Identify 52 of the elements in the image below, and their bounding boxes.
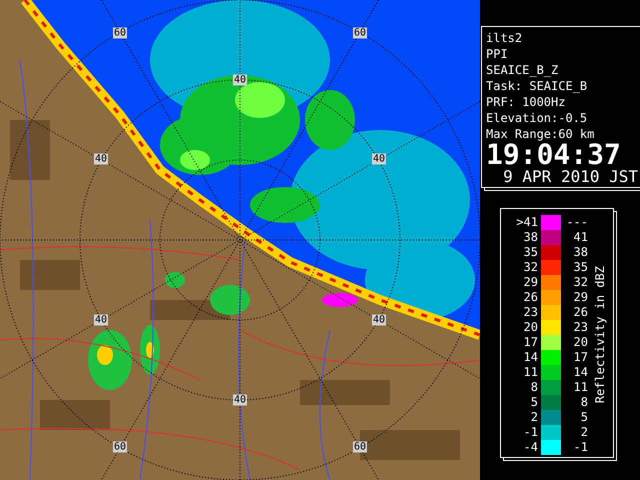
date-text: 9 APR 2010 JST <box>502 168 638 186</box>
info-line: Task: SEAICE_B <box>486 78 588 94</box>
range-label: 40 <box>232 394 248 406</box>
range-label: 40 <box>372 314 386 326</box>
legend-value: 35 <box>522 245 538 260</box>
legend-value: 11 <box>572 380 588 395</box>
range-label: 40 <box>232 74 248 86</box>
legend-value: -1 <box>522 425 538 440</box>
range-label: 60 <box>352 28 368 38</box>
legend-value: >41 <box>515 215 538 230</box>
legend-value: 20 <box>572 335 588 350</box>
legend-value: 23 <box>522 305 538 320</box>
legend-value: 5 <box>530 395 538 410</box>
legend-value: 14 <box>522 350 538 365</box>
range-label: 60 <box>352 442 368 452</box>
legend-value: 8 <box>530 380 538 395</box>
info-line: SEAICE_B_Z <box>486 62 560 78</box>
info-line: ilts2 <box>486 30 524 46</box>
legend-value: 26 <box>522 290 538 305</box>
info-line: PRF: 1000Hz <box>486 94 566 110</box>
legend-value: 20 <box>522 320 538 335</box>
legend-value: -4 <box>522 440 538 455</box>
legend-value: 8 <box>580 395 588 410</box>
legend-value: 2 <box>580 425 588 440</box>
legend-value: 11 <box>522 365 538 380</box>
legend-value: 41 <box>572 230 588 245</box>
legend-value: 14 <box>572 365 588 380</box>
legend-value: 32 <box>522 260 538 275</box>
legend-value: 26 <box>572 305 588 320</box>
legend-value: --- <box>565 215 588 230</box>
time-text: 19:04:37 <box>486 142 621 168</box>
info-line: Max Range:60 km <box>486 126 596 142</box>
legend-value: 17 <box>522 335 538 350</box>
legend-value: 32 <box>572 275 588 290</box>
legend-value: 5 <box>580 410 588 425</box>
info-line: PPI <box>486 46 509 62</box>
legend-title: Reflectivity in dBZ <box>593 266 607 404</box>
range-label: 60 <box>112 442 128 452</box>
legend-value: 17 <box>572 350 588 365</box>
range-label: 40 <box>372 154 386 164</box>
legend-value: -1 <box>572 440 588 455</box>
legend-value: 29 <box>572 290 588 305</box>
range-label: 40 <box>94 154 108 164</box>
legend-value: 23 <box>572 320 588 335</box>
legend-value: 2 <box>530 410 538 425</box>
legend-value: 29 <box>522 275 538 290</box>
range-label: 40 <box>94 314 108 326</box>
range-label: 60 <box>112 28 128 38</box>
legend-value: 38 <box>522 230 538 245</box>
legend-value: 35 <box>572 260 588 275</box>
legend-value: 38 <box>572 245 588 260</box>
info-line: Elevation:-0.5 <box>486 110 588 126</box>
